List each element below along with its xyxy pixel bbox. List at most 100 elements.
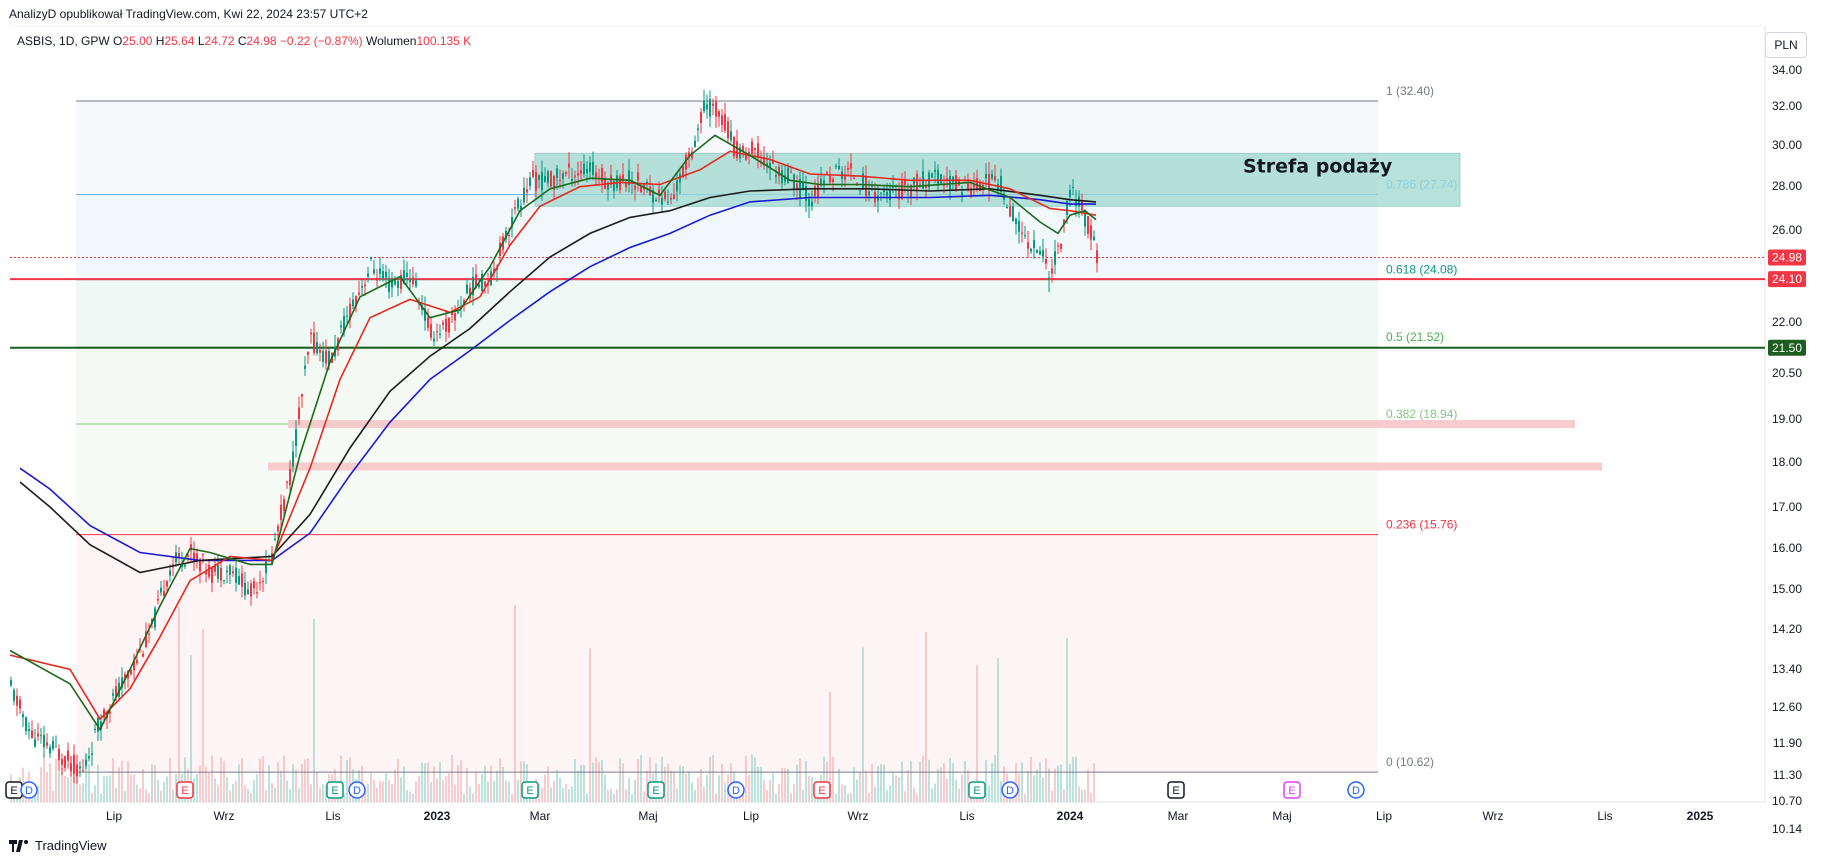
earnings-marker[interactable]: E <box>1283 781 1301 799</box>
candle-body <box>544 176 546 183</box>
candle-body <box>517 198 519 209</box>
volume-bar <box>46 772 48 802</box>
volume-bar <box>154 765 156 802</box>
volume-bar <box>838 768 840 802</box>
volume-bar <box>721 763 723 802</box>
volume-bar <box>811 776 813 802</box>
candle-body <box>595 172 597 179</box>
volume-bar <box>799 758 801 802</box>
volume-bar <box>958 788 960 802</box>
volume-bar <box>484 765 486 802</box>
candle-body <box>397 281 399 288</box>
price-chart[interactable]: 1 (32.40)0.786 (27.74)0.618 (24.08)0.5 (… <box>0 0 1825 866</box>
earnings-marker[interactable]: E <box>5 781 23 799</box>
event-marker-label: D <box>732 785 740 797</box>
volume-bar <box>712 755 714 802</box>
volume-bar <box>550 787 552 802</box>
volume-bar <box>106 775 108 802</box>
candle-body <box>412 277 414 285</box>
volume-bar <box>898 777 900 802</box>
volume-bar <box>961 774 963 802</box>
x-axis-tick-label: 2024 <box>1057 809 1084 823</box>
volume-bar <box>64 775 66 802</box>
candle-body <box>148 634 150 636</box>
dividend-marker[interactable]: D <box>1347 781 1365 799</box>
volume-bar <box>109 775 111 802</box>
volume-bar <box>700 769 702 802</box>
dividend-marker[interactable]: D <box>20 781 38 799</box>
volume-bar <box>568 789 570 802</box>
event-marker-label: E <box>1172 785 1179 797</box>
volume-bar <box>784 768 786 802</box>
candle-body <box>346 315 348 317</box>
volume-bar <box>595 757 597 802</box>
fib-level-label: 0.382 (18.94) <box>1386 407 1457 421</box>
event-marker-label: E <box>973 785 980 797</box>
volume-bar <box>1078 786 1080 802</box>
volume-bar <box>694 790 696 802</box>
volume-bar <box>604 775 606 802</box>
x-axis-tick-label: Wrz <box>847 809 868 823</box>
volume-bar <box>511 793 513 802</box>
candle-body <box>778 166 780 177</box>
candle-body <box>868 191 870 196</box>
volume-bar <box>790 792 792 802</box>
candle-body <box>277 526 279 532</box>
candle-body <box>364 284 366 287</box>
volume-bar <box>463 793 465 802</box>
y-axis-tick-label: 22.00 <box>1772 315 1802 329</box>
candle-body <box>433 338 435 342</box>
volume-bar <box>781 767 783 802</box>
earnings-marker[interactable]: E <box>176 781 194 799</box>
earnings-marker[interactable]: E <box>1167 781 1185 799</box>
y-axis-tick-label: 12.60 <box>1772 700 1802 714</box>
volume-bar <box>268 765 270 802</box>
y-axis-tick-label: 13.40 <box>1772 662 1802 676</box>
volume-bar <box>808 775 810 802</box>
volume-bar <box>955 779 957 802</box>
volume-bar <box>241 757 243 802</box>
earnings-marker[interactable]: E <box>968 781 986 799</box>
candle-body <box>637 172 639 181</box>
candle-body <box>199 560 201 572</box>
candle-body <box>34 739 36 747</box>
candle-body <box>940 174 942 185</box>
earnings-marker[interactable]: E <box>647 781 665 799</box>
dividend-marker[interactable]: D <box>727 781 745 799</box>
volume-bar <box>160 790 162 802</box>
candle-body <box>61 759 63 765</box>
dividend-marker[interactable]: D <box>348 781 366 799</box>
candle-body <box>466 284 468 294</box>
dividend-marker[interactable]: D <box>1001 781 1019 799</box>
volume-bar <box>319 787 321 802</box>
volume-bar <box>667 763 669 802</box>
candle-body <box>52 741 54 749</box>
candle-body <box>70 763 72 772</box>
candle-body <box>157 598 159 601</box>
volume-bar <box>130 774 132 802</box>
candle-body <box>1039 250 1041 255</box>
volume-bar <box>577 770 579 802</box>
x-axis-tick-label: Maj <box>638 809 657 823</box>
earnings-marker[interactable]: E <box>326 781 344 799</box>
earnings-marker[interactable]: E <box>521 781 539 799</box>
earnings-marker[interactable]: E <box>813 781 831 799</box>
tradingview-logo[interactable]: TradingView <box>9 838 107 853</box>
volume-bar <box>589 648 591 802</box>
volume-bar <box>883 764 885 802</box>
level-21-50-tag-text: 21.50 <box>1772 341 1802 355</box>
x-axis-tick-label: Mar <box>1168 809 1189 823</box>
candle-body <box>1093 236 1095 241</box>
candle-body <box>670 197 672 200</box>
candle-body <box>1069 189 1071 198</box>
volume-bar <box>298 788 300 802</box>
candle-body <box>646 181 648 184</box>
candle-body <box>1072 186 1074 188</box>
candle-body <box>409 278 411 282</box>
volume-bar <box>856 779 858 802</box>
candle-body <box>340 325 342 328</box>
candle-body <box>853 178 855 180</box>
candle-body <box>745 154 747 160</box>
candle-body <box>1012 206 1014 222</box>
candle-body <box>937 169 939 185</box>
